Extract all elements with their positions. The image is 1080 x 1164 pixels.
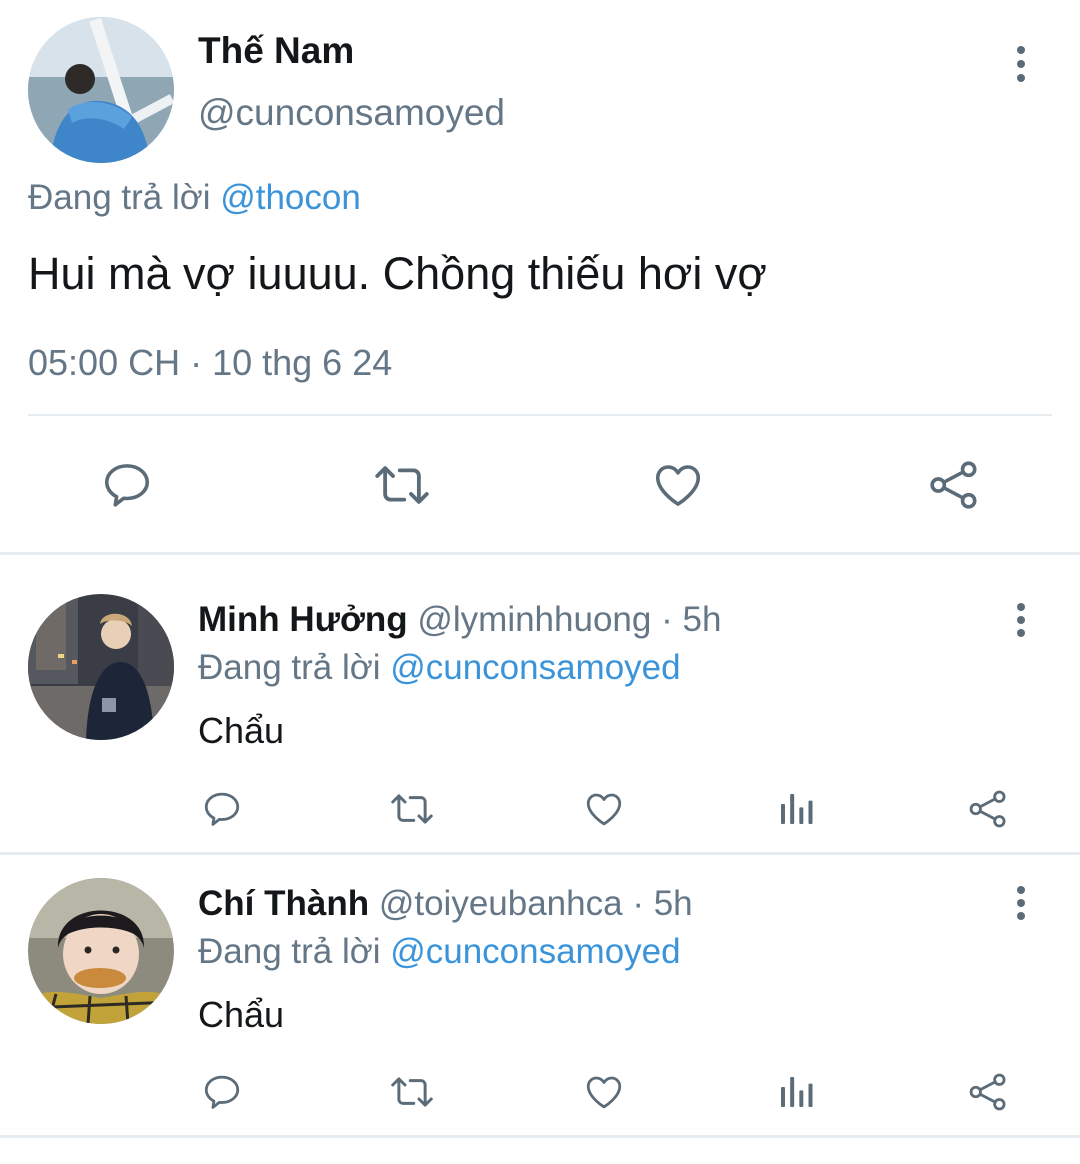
retweet-icon[interactable] <box>388 1071 436 1113</box>
like-icon[interactable] <box>650 458 706 512</box>
author-handle[interactable]: @toiyeubanhca <box>379 884 623 923</box>
reply-icon[interactable] <box>200 788 244 830</box>
replying-prefix: Đang trả lời <box>28 178 211 217</box>
main-tweet: Thế Nam @cunconsamoyed Đang trả lời @tho… <box>0 0 1080 552</box>
author-handle[interactable]: @cunconsamoyed <box>198 92 505 134</box>
author-handle[interactable]: @lyminhhuong <box>417 600 651 639</box>
analytics-icon[interactable] <box>776 1071 816 1113</box>
like-icon[interactable] <box>582 788 626 830</box>
like-icon[interactable] <box>582 1071 626 1113</box>
replying-mention-link[interactable]: @thocon <box>220 178 361 217</box>
divider <box>0 1135 1080 1138</box>
replying-to: Đang trả lời @cunconsamoyed <box>198 648 681 688</box>
more-options-icon[interactable] <box>1009 603 1033 637</box>
author-name[interactable]: Thế Nam <box>198 30 354 72</box>
reply-author-row: Chí Thành @toiyeubanhca · 5h <box>198 884 693 924</box>
divider <box>0 852 1080 855</box>
avatar[interactable] <box>28 17 174 163</box>
divider <box>28 414 1052 416</box>
reply-icon[interactable] <box>200 1071 244 1113</box>
retweet-icon[interactable] <box>372 458 432 512</box>
replying-mention-link[interactable]: @cunconsamoyed <box>390 932 680 971</box>
analytics-icon[interactable] <box>776 788 816 830</box>
author-name[interactable]: Minh Hưởng <box>198 600 408 639</box>
reply-author-row: Minh Hưởng @lyminhhuong · 5h <box>198 600 721 640</box>
share-icon[interactable] <box>926 458 982 512</box>
replying-to: Đang trả lời @thocon <box>28 178 361 218</box>
share-icon[interactable] <box>966 788 1010 830</box>
replying-to: Đang trả lời @cunconsamoyed <box>198 932 681 972</box>
reply-icon[interactable] <box>100 458 154 512</box>
more-options-icon[interactable] <box>1009 46 1033 82</box>
tweet-timestamp[interactable]: 05:00 CH · 10 thg 6 24 <box>28 342 392 384</box>
avatar[interactable] <box>28 594 174 740</box>
more-options-icon[interactable] <box>1009 886 1033 920</box>
tweet-text: Chẩu <box>198 710 285 751</box>
replying-mention-link[interactable]: @cunconsamoyed <box>390 648 680 687</box>
share-icon[interactable] <box>966 1071 1010 1113</box>
avatar[interactable] <box>28 878 174 1024</box>
author-name[interactable]: Chí Thành <box>198 884 369 923</box>
reply-time: · 5h <box>632 884 693 923</box>
replying-prefix: Đang trả lời <box>198 932 381 971</box>
reply-time: · 5h <box>661 600 722 639</box>
tweet-text: Chẩu <box>198 994 285 1035</box>
replying-prefix: Đang trả lời <box>198 648 381 687</box>
retweet-icon[interactable] <box>388 788 436 830</box>
tweet-text: Hui mà vợ iuuuu. Chồng thiếu hơi vợ <box>28 248 767 299</box>
divider <box>0 552 1080 555</box>
